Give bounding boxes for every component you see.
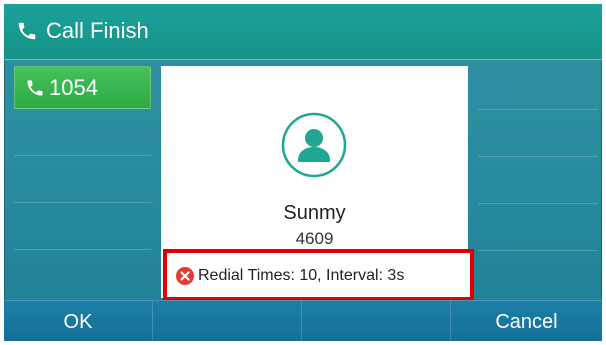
redial-status-text: Redial Times: 10, Interval: 3s [198, 267, 405, 284]
line-key-1054[interactable]: 1054 [14, 66, 151, 109]
phone-screen: Call Finish 1054 Sunmy 4609 Redial Times… [4, 4, 602, 341]
contact-avatar-icon [281, 112, 347, 178]
error-x-icon [176, 267, 194, 285]
line-key-divider [14, 202, 151, 203]
contact-number: 4609 [295, 229, 334, 248]
softkey-3[interactable] [302, 301, 451, 341]
line-keys-right [478, 66, 598, 295]
cancel-button[interactable]: Cancel [451, 301, 602, 341]
redial-status-box: Redial Times: 10, Interval: 3s [163, 249, 474, 301]
line-key-divider [14, 249, 151, 250]
title-bar: Call Finish [4, 4, 602, 60]
line-key-label: 1054 [49, 75, 98, 100]
line-key-divider [478, 203, 598, 204]
page-title: Call Finish [46, 18, 149, 43]
contact-name: Sunmy [283, 202, 346, 224]
phone-icon [27, 80, 43, 96]
softkey-bar: OK Cancel [4, 300, 602, 341]
line-key-divider [478, 250, 598, 251]
line-key-divider [478, 156, 598, 157]
phone-icon [18, 22, 36, 40]
line-key-divider [14, 155, 151, 156]
ok-button[interactable]: OK [4, 301, 153, 341]
softkey-2[interactable] [153, 301, 302, 341]
line-key-divider [478, 109, 598, 110]
line-keys-left [14, 109, 151, 295]
